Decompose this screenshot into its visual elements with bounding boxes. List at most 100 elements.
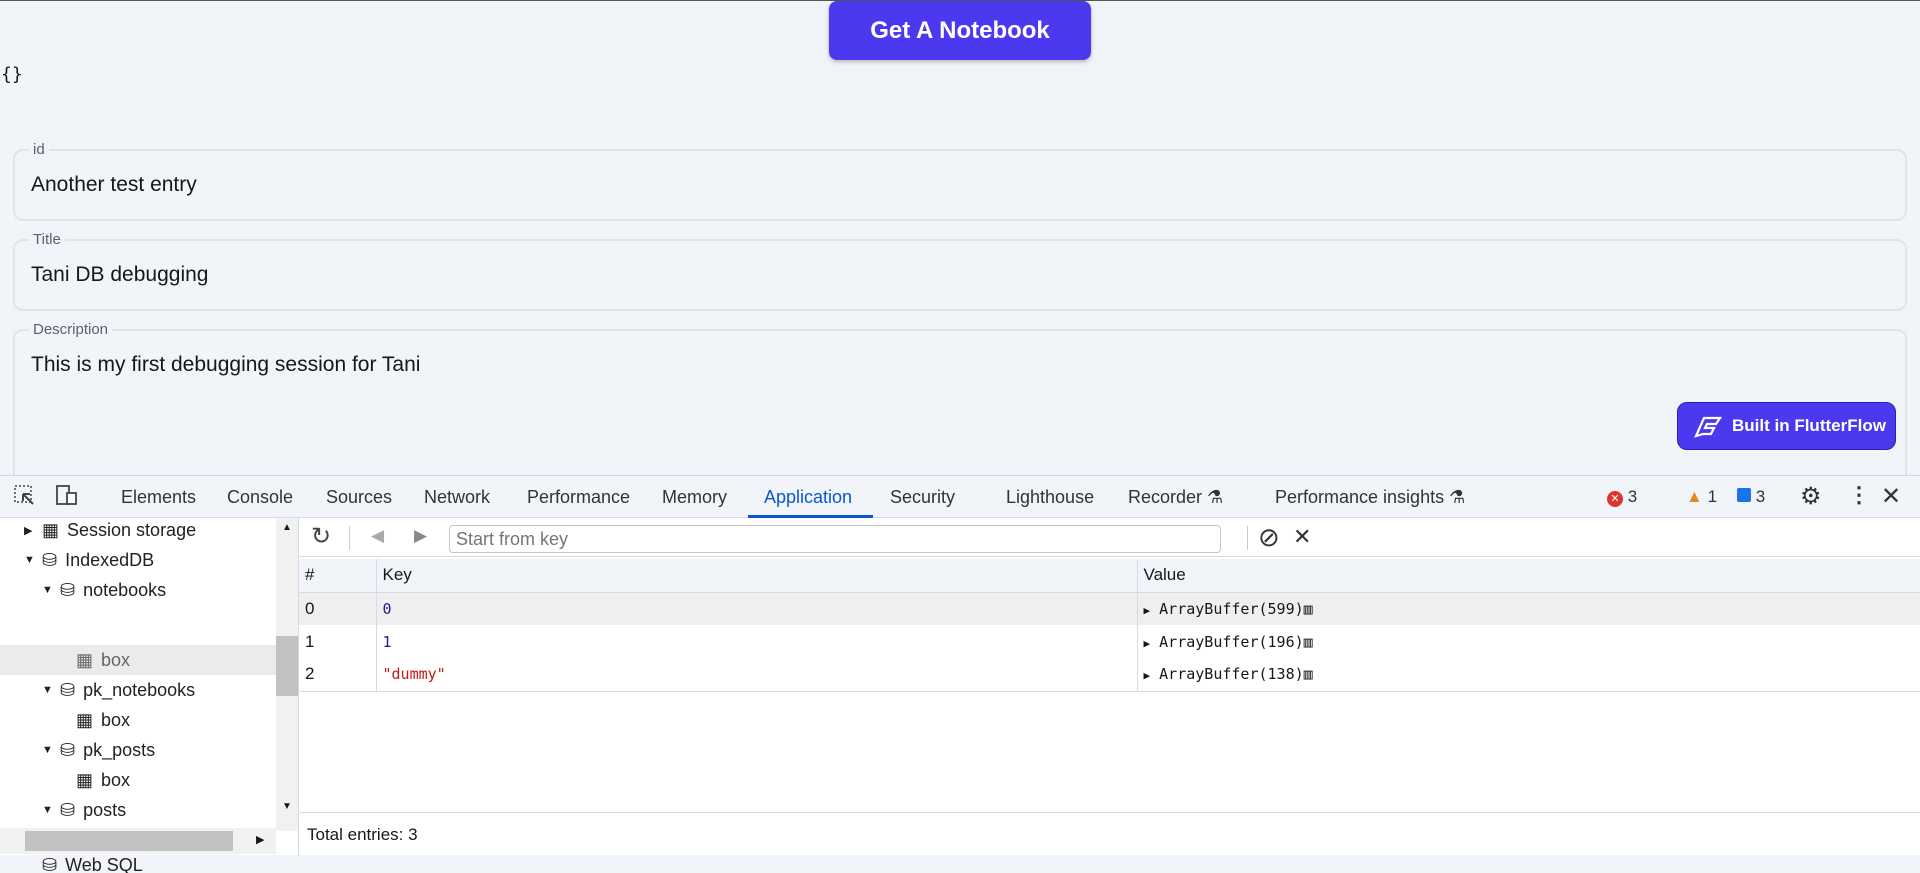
memory-inspector-icon[interactable]: ▥ <box>1304 665 1313 683</box>
warning-count[interactable]: ▲ 1 <box>1686 487 1717 507</box>
error-count[interactable]: ✕ 3 <box>1607 487 1637 507</box>
description-field[interactable]: Description This is my first debugging s… <box>13 321 1907 489</box>
description-label: Description <box>29 321 113 338</box>
tab-performance-insights[interactable]: Performance insights ⚗ <box>1275 487 1465 508</box>
description-value: This is my first debugging session for T… <box>31 353 421 376</box>
sidebar-item-web-sql[interactable]: ⛁ Web SQL <box>42 855 143 873</box>
next-page-icon[interactable]: ▶ <box>414 526 427 546</box>
scrollbar-thumb[interactable] <box>276 636 298 696</box>
database-icon: ⛁ <box>60 579 76 600</box>
refresh-icon[interactable]: ↻ <box>311 522 331 551</box>
tab-lighthouse[interactable]: Lighthouse <box>1006 487 1094 508</box>
error-count-label: 3 <box>1627 487 1638 506</box>
sidebar-vertical-scrollbar[interactable]: ▲ ▼ <box>276 518 298 831</box>
column-header-value[interactable]: Value <box>1137 559 1920 593</box>
table-icon: ▦ <box>42 519 60 540</box>
sidebar-item-notebooks[interactable]: ▼ ⛁ notebooks <box>42 575 166 605</box>
row-key: "dummy" <box>376 658 1138 692</box>
sidebar-label: box <box>101 709 131 730</box>
table-row[interactable]: 0 0 ▶ ArrayBuffer(599)▥ <box>299 592 1920 625</box>
row-value[interactable]: ▶ ArrayBuffer(599)▥ <box>1137 592 1920 625</box>
tab-recorder[interactable]: Recorder ⚗ <box>1128 487 1223 508</box>
sidebar-item-notebooks-box[interactable]: ▦ box <box>76 645 130 675</box>
close-devtools-icon[interactable]: ✕ <box>1881 482 1901 511</box>
scroll-down-icon[interactable]: ▼ <box>282 801 292 812</box>
table-icon: ▦ <box>76 709 94 730</box>
start-from-key-input[interactable] <box>449 525 1221 553</box>
column-header-key[interactable]: Key <box>376 559 1138 593</box>
sidebar-label: pk_posts <box>83 739 156 760</box>
expand-triangle-icon[interactable]: ▶ <box>1144 604 1151 617</box>
flask-icon: ⚗ <box>1207 487 1224 507</box>
table-row[interactable]: 1 1 ▶ ArrayBuffer(196)▥ <box>299 625 1920 658</box>
sidebar-horizontal-scrollbar[interactable]: ▶ <box>0 828 276 854</box>
database-icon: ⛁ <box>60 799 76 820</box>
column-header-index[interactable]: # <box>299 559 377 593</box>
warning-count-label: 1 <box>1707 487 1718 506</box>
sidebar-label: box <box>101 769 131 790</box>
tab-elements[interactable]: Elements <box>121 487 196 508</box>
tab-performance[interactable]: Performance <box>527 487 630 508</box>
devtools-tabbar: Elements Console Sources Network Perform… <box>0 476 1920 518</box>
sidebar-item-pk-posts[interactable]: ▼ ⛁ pk_posts <box>42 735 155 765</box>
value-text: ArrayBuffer(138) <box>1159 665 1304 684</box>
row-key: 1 <box>376 625 1138 658</box>
memory-inspector-icon[interactable]: ▥ <box>1304 600 1313 618</box>
tab-memory[interactable]: Memory <box>662 487 727 508</box>
value-text: ArrayBuffer(599) <box>1159 599 1304 618</box>
badge-label: Built in FlutterFlow <box>1732 416 1886 435</box>
delete-selected-icon[interactable]: ✕ <box>1293 524 1311 550</box>
scroll-up-icon[interactable]: ▲ <box>282 522 292 533</box>
settings-gear-icon[interactable]: ⚙ <box>1800 482 1822 511</box>
entries-table: # Key Value 0 0 ▶ ArrayBuffer(599)▥ 1 1 ▶ Arra… <box>299 559 1920 692</box>
tab-console[interactable]: Console <box>227 487 293 508</box>
memory-inspector-icon[interactable]: ▥ <box>1304 633 1313 651</box>
id-field[interactable]: id Another test entry <box>13 141 1907 221</box>
sidebar-item-pk-notebooks[interactable]: ▼ ⛁ pk_notebooks <box>42 675 195 705</box>
device-toolbar-icon[interactable] <box>54 484 80 513</box>
sidebar-item-indexeddb[interactable]: ▼ ⛁ IndexedDB <box>24 545 154 575</box>
scrollbar-thumb[interactable] <box>25 831 233 851</box>
sidebar-label: Session storage <box>67 519 197 540</box>
database-icon: ⛁ <box>42 549 58 570</box>
application-sidebar: ▶ ▦ Session storage ▼ ⛁ IndexedDB ▼ ⛁ notebook… <box>0 515 276 873</box>
clear-object-store-icon[interactable]: ⊘ <box>1246 522 1280 553</box>
collapse-triangle-icon: ▼ <box>42 804 53 816</box>
sidebar-item-pk-posts-box[interactable]: ▦ box <box>76 765 130 795</box>
object-store-view: ↻ ◀ ▶ ⊘ ✕ #KeyValue 00▶ ArrayBuffer(599)… <box>298 518 1920 856</box>
table-icon: ▦ <box>76 769 94 790</box>
row-value[interactable]: ▶ ArrayBuffer(138)▥ <box>1137 658 1920 692</box>
inspect-element-icon[interactable] <box>13 484 37 513</box>
info-count[interactable]: 3 <box>1737 487 1765 507</box>
row-index: 2 <box>299 658 377 692</box>
tab-sources[interactable]: Sources <box>326 487 392 508</box>
row-value[interactable]: ▶ ArrayBuffer(196)▥ <box>1137 625 1920 658</box>
database-icon: ⛁ <box>60 679 76 700</box>
collapse-triangle-icon: ▼ <box>24 554 35 566</box>
expand-triangle-icon[interactable]: ▶ <box>1144 669 1151 682</box>
table-icon: ▦ <box>76 649 94 670</box>
expand-triangle-icon[interactable]: ▶ <box>1144 637 1151 650</box>
get-notebook-button[interactable]: Get A Notebook <box>829 1 1091 60</box>
table-row[interactable]: 2 "dummy" ▶ ArrayBuffer(138)▥ <box>299 658 1920 692</box>
sidebar-label: IndexedDB <box>65 549 155 570</box>
collapse-triangle-icon: ▼ <box>42 684 53 696</box>
previous-page-icon[interactable]: ◀ <box>371 526 384 546</box>
expand-triangle-icon: ▶ <box>24 524 33 537</box>
error-icon: ✕ <box>1607 491 1623 507</box>
tab-application[interactable]: Application <box>764 487 852 508</box>
sidebar-item-pk-notebooks-box[interactable]: ▦ box <box>76 705 130 735</box>
tab-network[interactable]: Network <box>424 487 490 508</box>
id-value: Another test entry <box>31 173 197 196</box>
sidebar-label: pk_notebooks <box>83 679 196 700</box>
sidebar-item-posts[interactable]: ▼ ⛁ posts <box>42 795 126 825</box>
title-field[interactable]: Title Tani DB debugging <box>13 231 1907 311</box>
more-options-icon[interactable]: ⋮ <box>1848 482 1870 508</box>
sidebar-item-session-storage[interactable]: ▶ ▦ Session storage <box>24 515 196 545</box>
flutterflow-badge[interactable]: Built in FlutterFlow <box>1677 402 1896 450</box>
divider <box>349 526 350 550</box>
flask-icon: ⚗ <box>1449 487 1466 507</box>
row-index: 1 <box>299 625 377 658</box>
tab-security[interactable]: Security <box>890 487 955 508</box>
scroll-right-icon[interactable]: ▶ <box>256 833 264 846</box>
